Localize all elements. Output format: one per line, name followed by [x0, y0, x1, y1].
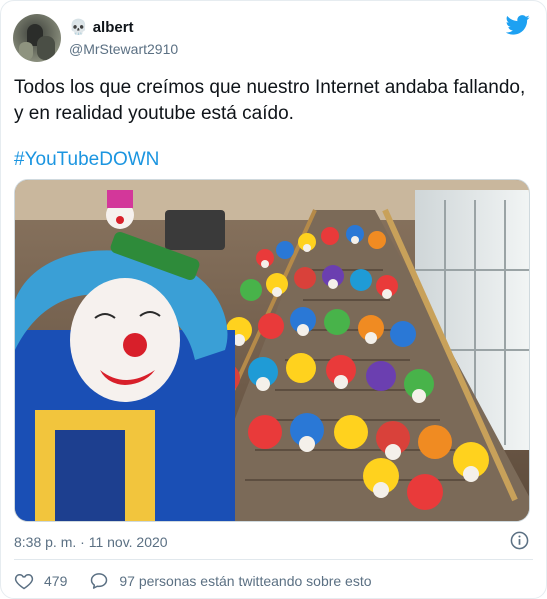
tweet-photo[interactable]	[14, 179, 530, 522]
conversation-text: 97 personas están twitteando sobre esto	[119, 573, 372, 589]
user-handle[interactable]: @MrStewart2910	[69, 41, 178, 57]
speech-bubble-icon	[91, 573, 108, 589]
like-count: 479	[44, 573, 68, 589]
skull-emoji-icon: 💀	[69, 19, 88, 36]
clowns-on-stairs-photo	[15, 180, 529, 521]
author-name-row[interactable]: 💀 albert	[69, 19, 134, 36]
twitter-bird-icon[interactable]	[506, 15, 530, 35]
tweet-text: Todos los que creímos que nuestro Intern…	[14, 77, 526, 124]
display-name[interactable]: albert	[93, 19, 134, 36]
info-icon[interactable]	[510, 531, 529, 550]
user-avatar[interactable]	[13, 14, 61, 62]
like-button[interactable]: 479	[14, 571, 67, 591]
hashtag-link[interactable]: #YouTubeDOWN	[14, 147, 159, 173]
tweet-timestamp[interactable]: 8:38 p. m. · 11 nov. 2020	[14, 534, 168, 550]
action-bar: 479 97 personas están twitteando sobre e…	[14, 571, 372, 591]
heart-icon	[14, 573, 34, 590]
tweet-card[interactable]: 💀 albert @MrStewart2910 Todos los que cr…	[0, 0, 547, 599]
divider	[14, 559, 533, 560]
conversation-link[interactable]: 97 personas están twitteando sobre esto	[89, 571, 372, 591]
